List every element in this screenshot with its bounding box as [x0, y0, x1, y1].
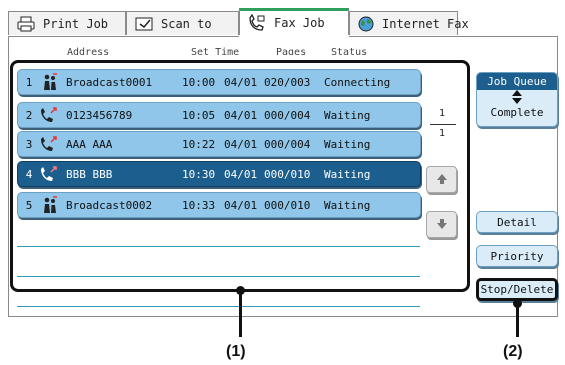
job-time: 10:22	[182, 137, 216, 151]
tab-internet-fax[interactable]: Internet Fax	[349, 11, 469, 35]
fax-send-icon	[38, 164, 60, 184]
tab-label: Fax Job	[274, 16, 325, 30]
toggle-arrows-icon	[477, 90, 557, 104]
job-date: 04/01	[224, 75, 258, 89]
job-row-4[interactable]: 4 BBB BBB 10:30 04/01 000/010 Waiting	[17, 161, 421, 187]
detail-button[interactable]: Detail	[476, 211, 558, 233]
callout-label-1: (1)	[226, 343, 246, 360]
job-status: Connecting	[324, 75, 391, 89]
empty-row-line	[17, 276, 420, 277]
callout-line	[239, 291, 242, 337]
job-pages: 000/010	[264, 167, 311, 181]
job-row-3[interactable]: 3 AAA AAA 10:22 04/01 000/004 Waiting	[17, 131, 421, 157]
job-row-1[interactable]: 1 Broadcast0001 10:00 04/01 020/003 Conn…	[17, 69, 421, 95]
scroll-up-button[interactable]	[426, 166, 457, 193]
fax-send-icon	[38, 134, 60, 154]
tab-bar: Print Job Scan to Fax Job Internet Fax	[8, 8, 558, 37]
globe-icon	[356, 15, 376, 33]
printer-icon	[15, 15, 37, 33]
job-address: AAA AAA	[66, 137, 113, 151]
empty-row-line	[17, 246, 420, 247]
broadcast-icon	[38, 195, 60, 215]
priority-button[interactable]: Priority	[476, 245, 558, 267]
tab-label: Internet Fax	[382, 16, 469, 31]
job-pages: 000/010	[264, 198, 311, 212]
job-address: Broadcast0002	[66, 198, 153, 212]
broadcast-icon	[38, 72, 60, 92]
column-header-pages: Pages	[276, 47, 307, 55]
callout-label-2: (2)	[503, 343, 523, 360]
column-header-set-time: Set Time	[191, 47, 240, 55]
column-header-status: Status	[331, 47, 368, 55]
empty-row-line	[17, 306, 420, 307]
complete-label: Complete	[490, 106, 544, 119]
job-queue-toggle[interactable]: Job Queue Complete	[476, 72, 558, 127]
job-status: Waiting	[324, 108, 371, 122]
page-divider	[430, 124, 456, 125]
tab-label: Scan to	[161, 16, 212, 31]
callout-line	[516, 304, 519, 337]
job-number: 1	[25, 75, 33, 89]
job-number: 5	[25, 198, 33, 212]
tab-fax-job[interactable]: Fax Job	[239, 8, 349, 35]
tab-print-job[interactable]: Print Job	[8, 11, 126, 35]
job-date: 04/01	[224, 167, 258, 181]
scanner-icon	[133, 15, 155, 33]
job-date: 04/01	[224, 198, 258, 212]
arrow-up-icon	[436, 170, 448, 189]
job-status: Waiting	[324, 137, 371, 151]
job-pages: 000/004	[264, 137, 311, 151]
job-address: Broadcast0001	[66, 75, 153, 89]
job-time: 10:33	[182, 198, 216, 212]
job-number: 4	[25, 167, 33, 181]
job-row-5[interactable]: 5 Broadcast0002 10:33 04/01 000/010 Wait…	[17, 192, 421, 218]
tab-label: Print Job	[43, 16, 109, 31]
job-date: 04/01	[224, 137, 258, 151]
job-pages: 020/003	[264, 75, 311, 89]
job-status: Waiting	[324, 198, 371, 212]
stop-delete-button[interactable]: Stop/Delete	[476, 278, 558, 301]
job-number: 2	[25, 108, 33, 122]
tab-scan-to[interactable]: Scan to	[126, 11, 239, 35]
column-header-address: Address	[67, 47, 110, 55]
job-time: 10:30	[182, 167, 216, 181]
arrow-down-icon	[436, 215, 448, 234]
job-row-2[interactable]: 2 0123456789 10:05 04/01 000/004 Waiting	[17, 102, 421, 128]
job-pages: 000/004	[264, 108, 311, 122]
page-current: 1	[438, 108, 446, 119]
job-number: 3	[25, 137, 33, 151]
job-time: 10:05	[182, 108, 216, 122]
job-status: Waiting	[324, 167, 371, 181]
job-queue-label: Job Queue	[477, 73, 557, 90]
scroll-down-button[interactable]	[426, 211, 457, 238]
job-date: 04/01	[224, 108, 258, 122]
fax-send-icon	[38, 105, 60, 125]
page-total: 1	[438, 128, 446, 139]
job-address: 0123456789	[66, 108, 133, 122]
job-address: BBB BBB	[66, 167, 113, 181]
job-time: 10:00	[182, 75, 216, 89]
fax-phone-icon	[246, 14, 268, 32]
